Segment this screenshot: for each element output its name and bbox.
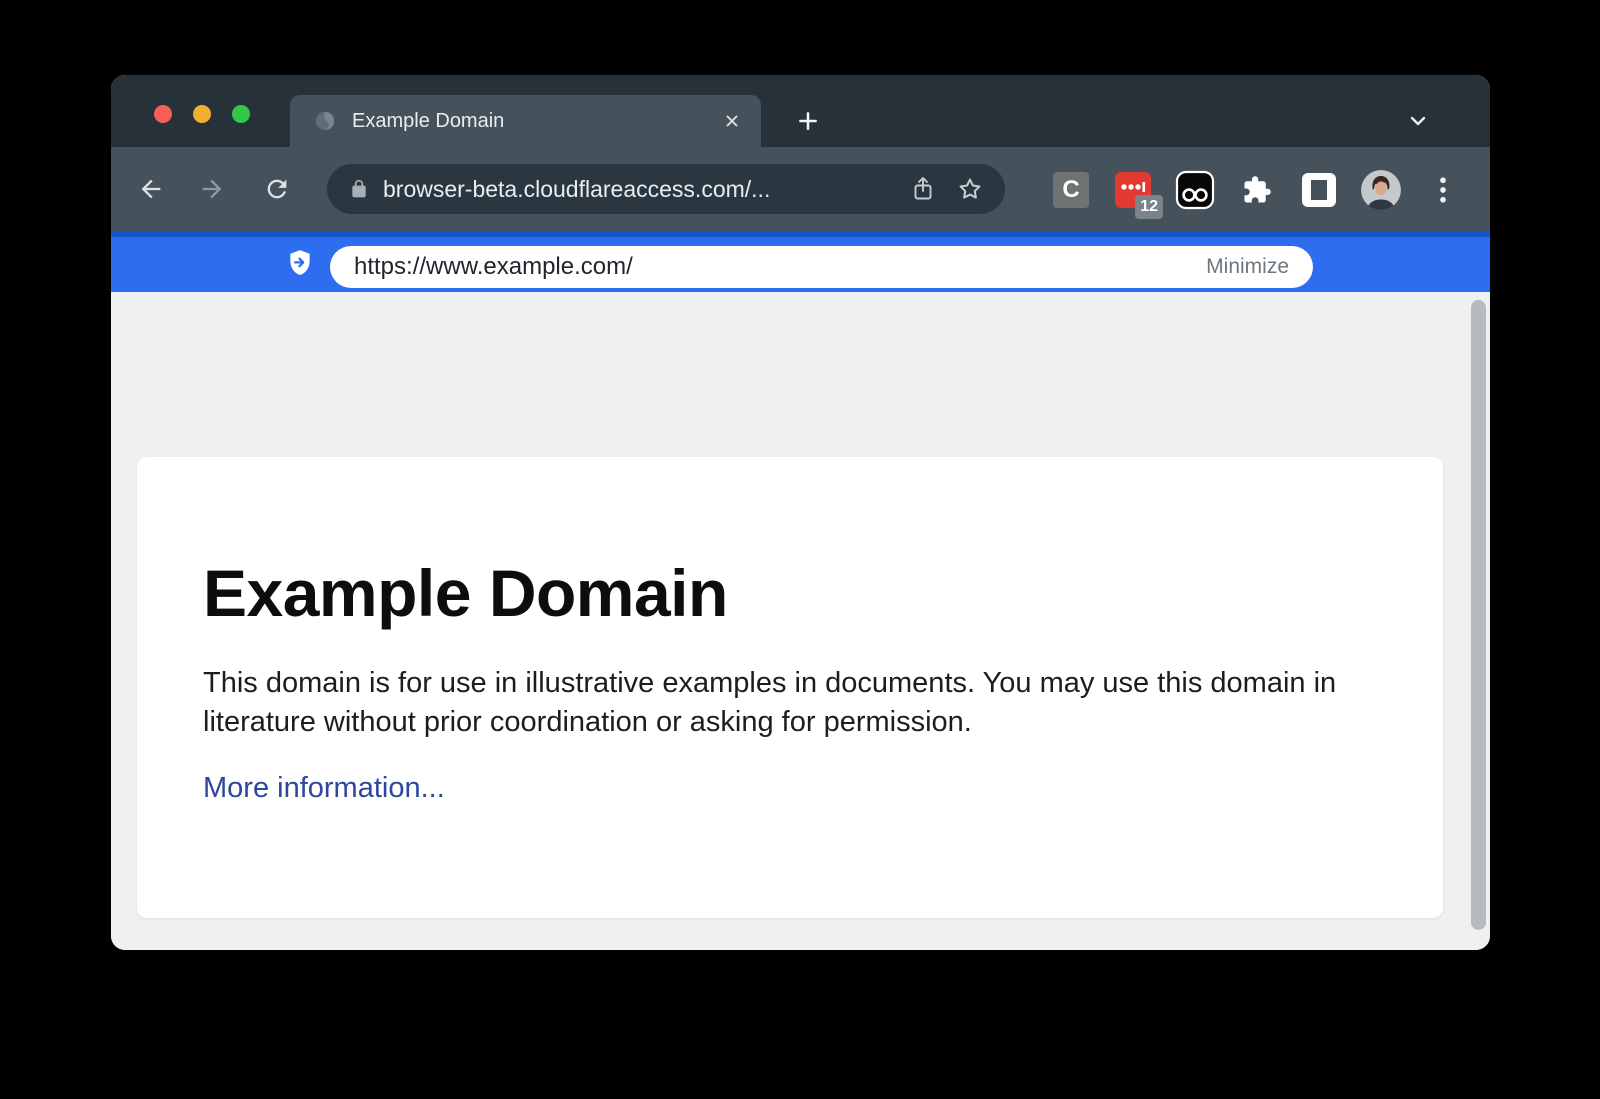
- tab-title: Example Domain: [352, 110, 719, 133]
- zoom-window-button[interactable]: [232, 105, 250, 123]
- minimize-bar-button[interactable]: Minimize: [1206, 255, 1289, 279]
- extensions-row: C 12: [1049, 147, 1465, 232]
- address-bar-url: browser-beta.cloudflareaccess.com/...: [383, 176, 899, 203]
- page-content: Example Domain This domain is for use in…: [111, 292, 1490, 950]
- browser-window: Example Domain: [111, 75, 1490, 950]
- extension-c-icon[interactable]: C: [1049, 168, 1093, 212]
- remote-browser-bar: Minimize: [111, 232, 1490, 292]
- new-tab-button[interactable]: [789, 102, 827, 140]
- desktop-background: { "colors": { "accent_blue": "#2e6cf0", …: [0, 0, 1600, 1099]
- tab-search-chevron-icon[interactable]: [1399, 102, 1437, 140]
- back-button[interactable]: [129, 167, 173, 211]
- profile-avatar[interactable]: [1359, 168, 1403, 212]
- example-domain-card: Example Domain This domain is for use in…: [137, 457, 1443, 918]
- page-heading: Example Domain: [203, 557, 1443, 630]
- reload-button[interactable]: [255, 167, 299, 211]
- two-circles-extension-icon[interactable]: [1173, 168, 1217, 212]
- side-panel-icon[interactable]: [1297, 168, 1341, 212]
- browser-menu-icon[interactable]: [1421, 168, 1465, 212]
- globe-favicon-icon: [314, 110, 336, 132]
- page-body-text: This domain is for use in illustrative e…: [203, 664, 1377, 742]
- share-icon[interactable]: [911, 176, 935, 202]
- remote-url-input[interactable]: [352, 252, 1194, 282]
- extensions-puzzle-icon[interactable]: [1235, 168, 1279, 212]
- close-window-button[interactable]: [154, 105, 172, 123]
- window-controls: [154, 105, 250, 123]
- password-badge: 12: [1135, 195, 1163, 219]
- shield-icon: [287, 249, 313, 279]
- minimize-window-button[interactable]: [193, 105, 211, 123]
- forward-button[interactable]: [190, 167, 234, 211]
- bookmark-star-icon[interactable]: [957, 176, 983, 202]
- remote-url-bar: Minimize: [330, 246, 1313, 288]
- password-manager-icon[interactable]: 12: [1111, 168, 1155, 212]
- more-information-link[interactable]: More information...: [203, 772, 445, 805]
- tab-close-icon[interactable]: [719, 108, 745, 134]
- browser-toolbar: browser-beta.cloudflareaccess.com/... C: [111, 147, 1490, 232]
- tab-example-domain[interactable]: Example Domain: [290, 95, 761, 147]
- tab-strip: Example Domain: [111, 75, 1490, 147]
- lock-icon[interactable]: [349, 179, 369, 199]
- address-bar[interactable]: browser-beta.cloudflareaccess.com/...: [327, 164, 1005, 214]
- scrollbar-thumb[interactable]: [1471, 300, 1486, 930]
